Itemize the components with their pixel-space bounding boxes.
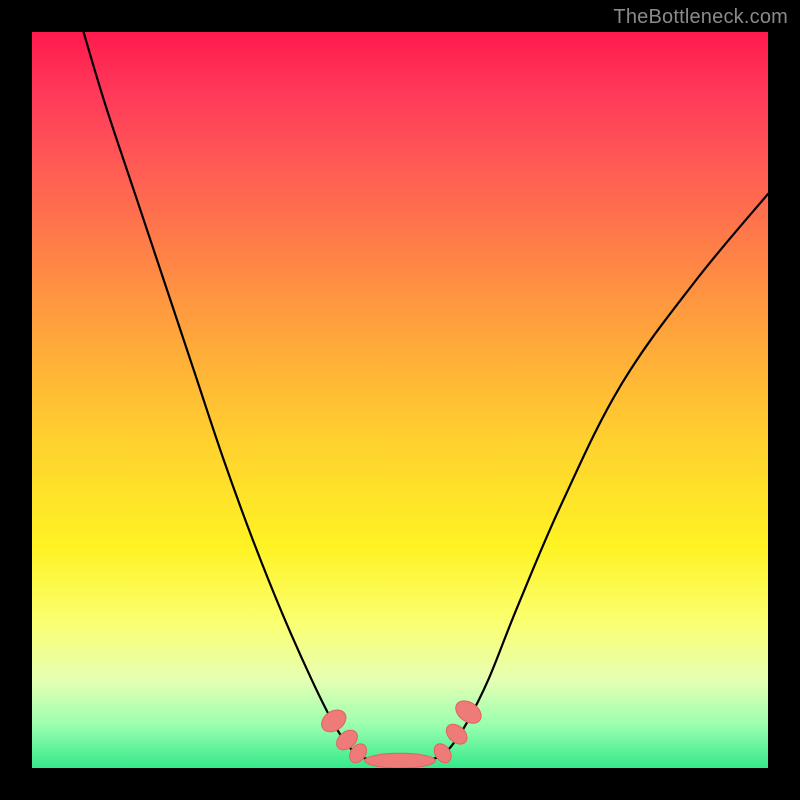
curve-group <box>84 32 768 761</box>
marker-bottom-bar <box>365 753 436 768</box>
marker-right-top <box>452 696 486 728</box>
curve-left-curve <box>84 32 360 757</box>
chart-svg <box>32 32 768 768</box>
chart-frame: TheBottleneck.com <box>0 0 800 800</box>
marker-group <box>317 696 485 768</box>
curve-right-curve <box>440 194 768 757</box>
plot-area <box>32 32 768 768</box>
watermark-text: TheBottleneck.com <box>613 6 788 29</box>
